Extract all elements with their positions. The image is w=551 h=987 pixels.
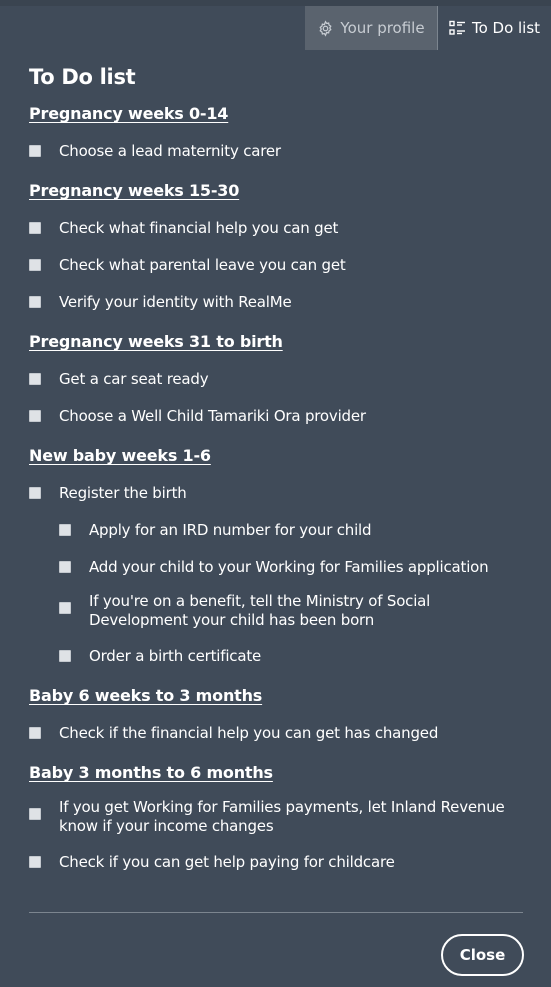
task-item[interactable]: Check if the financial help you can get …: [29, 724, 523, 743]
task-checkbox[interactable]: [29, 222, 41, 234]
task-label: Choose a lead maternity carer: [59, 142, 281, 160]
task-item[interactable]: Check what financial help you can get: [29, 219, 523, 238]
section-heading[interactable]: Baby 3 months to 6 months: [29, 763, 523, 782]
task-checkbox[interactable]: [29, 727, 41, 739]
task-label: Check what financial help you can get: [59, 219, 339, 237]
task-label: Register the birth: [59, 484, 187, 502]
task-label: Choose a Well Child Tamariki Ora provide…: [59, 407, 366, 425]
subtask-item[interactable]: If you're on a benefit, tell the Ministr…: [29, 592, 523, 630]
subtask-item[interactable]: Order a birth certificate: [29, 647, 523, 666]
todo-list: Pregnancy weeks 0-14 Choose a lead mater…: [29, 104, 523, 872]
section-heading[interactable]: New baby weeks 1-6: [29, 446, 523, 465]
task-checkbox[interactable]: [29, 856, 41, 868]
subtask-item[interactable]: Apply for an IRD number for your child: [29, 521, 523, 540]
task-label: Check if the financial help you can get …: [59, 724, 439, 742]
task-item[interactable]: Choose a lead maternity carer: [29, 142, 523, 161]
task-checkbox[interactable]: [59, 561, 71, 573]
task-label: Check if you can get help paying for chi…: [59, 853, 395, 871]
page-title: To Do list: [29, 65, 136, 89]
task-label: Apply for an IRD number for your child: [89, 521, 372, 539]
task-checkbox[interactable]: [29, 259, 41, 271]
tab-your-profile[interactable]: Your profile: [305, 6, 438, 50]
section-heading[interactable]: Pregnancy weeks 31 to birth: [29, 332, 523, 351]
task-label: Order a birth certificate: [89, 647, 262, 665]
section-heading[interactable]: Pregnancy weeks 0-14: [29, 104, 523, 123]
task-label: Verify your identity with RealMe: [59, 293, 292, 311]
task-label: If you're on a benefit, tell the Ministr…: [89, 592, 431, 629]
checklist-icon: [449, 20, 466, 37]
task-checkbox[interactable]: [29, 373, 41, 385]
task-item[interactable]: Verify your identity with RealMe: [29, 293, 523, 312]
tab-label: Your profile: [340, 19, 425, 37]
tab-label: To Do list: [471, 19, 541, 37]
task-item[interactable]: If you get Working for Families payments…: [29, 798, 523, 836]
task-label: Check what parental leave you can get: [59, 256, 346, 274]
task-checkbox[interactable]: [59, 602, 71, 614]
task-checkbox[interactable]: [59, 650, 71, 662]
subtask-item[interactable]: Add your child to your Working for Famil…: [29, 558, 523, 577]
task-item[interactable]: Check what parental leave you can get: [29, 256, 523, 275]
task-checkbox[interactable]: [29, 808, 41, 820]
task-label: Add your child to your Working for Famil…: [89, 558, 489, 576]
section-heading[interactable]: Baby 6 weeks to 3 months: [29, 686, 523, 705]
tab-to-do-list[interactable]: To Do list: [438, 6, 551, 50]
task-item[interactable]: Get a car seat ready: [29, 370, 523, 389]
task-label: Get a car seat ready: [59, 370, 209, 388]
section-heading[interactable]: Pregnancy weeks 15-30: [29, 181, 523, 200]
task-checkbox[interactable]: [29, 410, 41, 422]
gear-icon: [317, 19, 334, 37]
task-label: If you get Working for Families payments…: [59, 798, 505, 835]
close-button[interactable]: Close: [441, 934, 524, 976]
task-item[interactable]: Register the birth: [29, 484, 523, 503]
task-checkbox[interactable]: [29, 145, 41, 157]
footer-divider: [29, 912, 523, 913]
header-tabs: Your profile To Do list: [305, 6, 551, 50]
task-checkbox[interactable]: [59, 524, 71, 536]
task-item[interactable]: Choose a Well Child Tamariki Ora provide…: [29, 407, 523, 426]
task-item[interactable]: Check if you can get help paying for chi…: [29, 853, 523, 872]
task-checkbox[interactable]: [29, 487, 41, 499]
task-checkbox[interactable]: [29, 296, 41, 308]
